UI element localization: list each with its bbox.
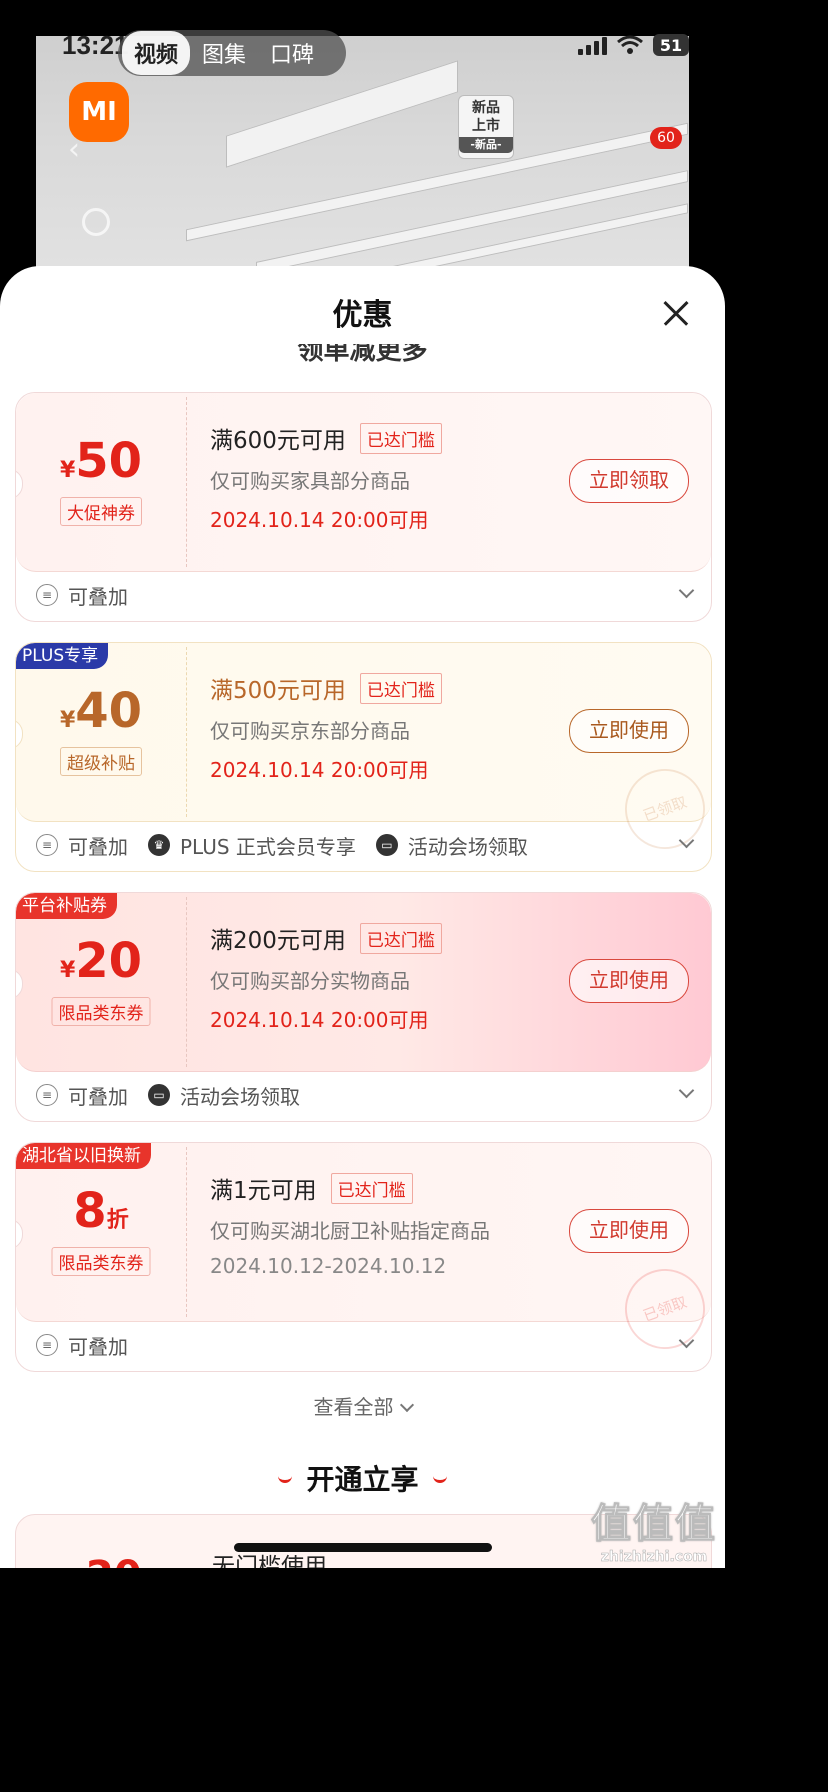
- coupon-type-tag: 限品类东券: [51, 997, 151, 1026]
- use-button[interactable]: 立即使用: [569, 709, 689, 753]
- coupon-scope: 仅可购买湖北厨卫补贴指定商品: [210, 1219, 490, 1243]
- tab-reviews[interactable]: 口碑: [258, 37, 326, 69]
- coupon-date: 2024.10.14 20:00可用: [210, 1008, 429, 1032]
- coupon-type-tag: 大促神券: [60, 497, 142, 526]
- coupon-features[interactable]: ≡ 可叠加: [36, 1329, 696, 1361]
- new-product-tag: 新品上市 -新品-: [458, 95, 514, 159]
- coupon-card: ¥50 大促神券 满600元可用 已达门槛 仅可购买家具部分商品 2024.10.…: [15, 392, 712, 622]
- chevron-down-icon[interactable]: [678, 1082, 695, 1099]
- ticket-icon: ▭: [148, 1084, 170, 1106]
- view-all-link[interactable]: 查看全部: [0, 1391, 725, 1420]
- threshold-reached-badge: 已达门槛: [359, 922, 442, 954]
- coupon-amount: 20: [86, 1553, 142, 1568]
- new-tag-sub: -新品-: [459, 137, 513, 153]
- feature-label: 可叠加: [68, 584, 128, 609]
- stack-icon: ≡: [36, 834, 58, 856]
- feature-label: 可叠加: [68, 834, 128, 859]
- watermark-url: zhizhizhi.com: [600, 1549, 708, 1566]
- coupon-scope: 仅可购买京东部分商品: [210, 719, 410, 743]
- crown-icon: ♛: [148, 834, 170, 856]
- coupon-type-tag: 限品类东券: [51, 1247, 151, 1276]
- chevron-down-icon[interactable]: [678, 832, 695, 849]
- threshold-reached-badge: 已达门槛: [359, 672, 442, 704]
- search-icon[interactable]: [82, 208, 110, 236]
- coupon-card: 平台补贴券 ¥20 限品类东券 满200元可用 已达门槛 仅可购买部分实物商品 2…: [15, 892, 712, 1122]
- coupon-features[interactable]: ≡ 可叠加: [36, 579, 696, 611]
- coupon-scope: 仅可购买家具部分商品: [210, 469, 410, 493]
- coupon-condition: 满1元可用: [210, 1178, 317, 1204]
- threshold-reached-badge: 已达门槛: [359, 422, 442, 454]
- partial-section-header: 领单减更多: [297, 344, 428, 366]
- watermark-logo: 值值值: [591, 1501, 717, 1548]
- feature-label: 活动会场领取: [180, 1084, 300, 1109]
- media-tabs: 视频 图集 口碑: [118, 30, 346, 76]
- cart-count-badge: 60: [650, 127, 682, 149]
- wifi-icon: [617, 35, 643, 54]
- decor-icon: [432, 1473, 447, 1483]
- close-icon[interactable]: [663, 300, 689, 326]
- use-button[interactable]: 立即使用: [569, 1209, 689, 1253]
- chevron-down-icon[interactable]: [678, 582, 695, 599]
- stack-icon: ≡: [36, 1084, 58, 1106]
- coupon-date: 2024.10.12-2024.10.12: [210, 1254, 447, 1278]
- coupon-condition: 满500元可用: [210, 678, 346, 704]
- coupon-features[interactable]: ≡ 可叠加 ▭ 活动会场领取: [36, 1079, 696, 1111]
- tab-video[interactable]: 视频: [122, 31, 191, 75]
- coupon-type-tag: 超级补贴: [60, 747, 142, 776]
- signal-icon: [578, 35, 607, 55]
- stack-icon: ≡: [36, 584, 58, 606]
- status-icons: 51: [578, 34, 689, 56]
- coupon-date: 2024.10.14 20:00可用: [210, 758, 429, 782]
- coupon-features[interactable]: ≡ 可叠加 ♛ PLUS 正式会员专享 ▭ 活动会场领取: [36, 829, 696, 861]
- ticket-icon: ▭: [375, 834, 398, 856]
- coupon-sheet: 优惠 领单减更多 ¥50 大促神券 满600元可用 已达门槛 仅可购买家具部分商品…: [0, 266, 725, 1568]
- coupon-condition: 满200元可用: [210, 928, 346, 954]
- watermark: 值值值 zhizhizhi.com: [591, 1491, 717, 1566]
- use-button[interactable]: 立即使用: [569, 959, 689, 1003]
- feature-label: 可叠加: [68, 1334, 128, 1359]
- claim-button[interactable]: 立即领取: [569, 459, 689, 503]
- chevron-down-icon: [399, 1397, 414, 1413]
- feature-label: 活动会场领取: [407, 834, 528, 859]
- coupon-scope: 仅可购买部分实物商品: [210, 969, 410, 993]
- threshold-reached-badge: 已达门槛: [330, 1172, 413, 1204]
- sheet-title: 优惠: [332, 298, 393, 333]
- new-tag-title: 新品上市: [472, 100, 500, 134]
- feature-label: PLUS 正式会员专享: [180, 834, 356, 859]
- coupon-date: 2024.10.14 20:00可用: [210, 508, 429, 532]
- stack-icon: ≡: [36, 1334, 58, 1356]
- coupon-condition: 满600元可用: [210, 428, 346, 454]
- coupon-card: 湖北省以旧换新 8折 限品类东券 满1元可用 已达门槛 仅可购买湖北厨卫补贴指定商…: [15, 1142, 712, 1372]
- decor-icon: [278, 1473, 293, 1483]
- back-icon[interactable]: ‹: [68, 132, 80, 167]
- battery-icon: 51: [653, 34, 689, 56]
- home-indicator[interactable]: [234, 1543, 492, 1552]
- tab-gallery[interactable]: 图集: [190, 37, 258, 69]
- coupon-card: PLUS专享 ¥40 超级补贴 满500元可用 已达门槛 仅可购买京东部分商品 2…: [15, 642, 712, 872]
- feature-label: 可叠加: [68, 1084, 128, 1109]
- chevron-down-icon[interactable]: [678, 1332, 695, 1349]
